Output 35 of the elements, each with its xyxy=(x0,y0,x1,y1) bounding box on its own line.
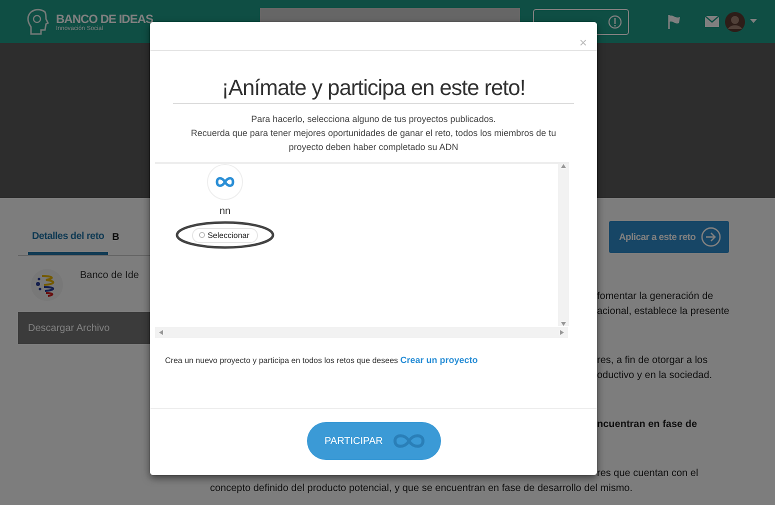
text-line: concepto definido del producto potencial, y que se encuentran en fase de desarrollo del mismo. xyxy=(210,483,632,494)
create-project-text: Crea un nuevo proyecto y participa en todos los retos que desees Crear un proyecto xyxy=(165,355,479,365)
arrow-circle-icon xyxy=(701,227,721,247)
text-fragment: oductivo y en la sociedad. xyxy=(597,369,712,383)
project-name: nn xyxy=(219,206,231,217)
text-fragment: res que cuentan con el xyxy=(597,467,698,481)
download-button[interactable]: Descargar Archivo xyxy=(18,312,150,344)
head-logo-icon xyxy=(25,8,51,36)
text-fragment: acional, establece la presente xyxy=(597,305,730,319)
scroll-left-icon[interactable] xyxy=(159,330,163,335)
select-button[interactable]: Seleccionar xyxy=(192,228,258,242)
info-icon xyxy=(608,14,622,28)
scroll-right-icon[interactable] xyxy=(560,330,564,335)
mail-icon[interactable] xyxy=(705,16,719,27)
close-button[interactable]: × xyxy=(579,35,587,50)
horizontal-scrollbar[interactable] xyxy=(155,327,568,338)
radio-button[interactable] xyxy=(198,232,205,238)
create-project-link[interactable]: Crear un proyecto xyxy=(400,355,478,365)
scroll-up-icon[interactable] xyxy=(561,164,566,168)
flag-icon[interactable] xyxy=(667,14,681,30)
participate-button[interactable]: PARTICIPAR xyxy=(306,422,440,460)
tab[interactable]: Detalles del reto xyxy=(28,220,108,255)
text-fragment: res, a fin de otorgar a los xyxy=(597,354,708,368)
brand-name: BANCO DE IDEAS xyxy=(56,12,154,26)
organization-name: Banco de Ide xyxy=(80,270,139,281)
avatar-icon[interactable] xyxy=(725,12,745,32)
instruction-text: Recuerda que para tener mejores oportunidades de ganar el reto, todos los miembros de tu proyecto deben haber completado su ADN xyxy=(190,127,558,154)
vertical-scrollbar[interactable] xyxy=(558,164,569,326)
text-fragment: fomentar la generación de xyxy=(597,290,714,304)
tab[interactable]: B xyxy=(108,220,124,255)
instruction-text: Para hacerlo, selecciona alguno de tus proyectos publicados. xyxy=(250,113,497,126)
text-fragment: ncuentran en fase de xyxy=(597,418,698,432)
modal-title: ¡Anímate y participa en este reto! xyxy=(173,75,574,104)
caret-icon[interactable] xyxy=(750,19,757,24)
apply-button[interactable]: Aplicar a este reto xyxy=(609,221,729,253)
